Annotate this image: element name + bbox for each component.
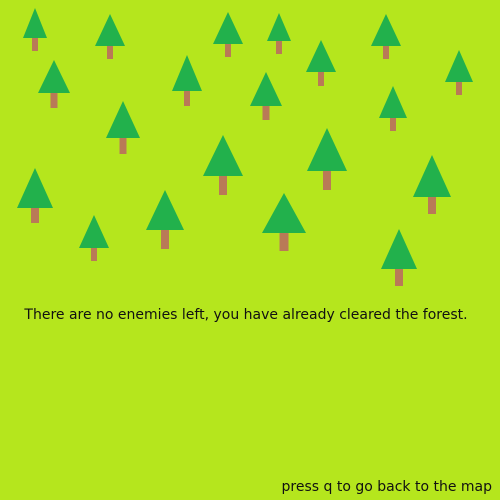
tree-canopy	[307, 128, 347, 171]
tree-trunk	[428, 196, 436, 214]
pine-tree-icon	[38, 60, 70, 108]
tree-canopy	[413, 155, 451, 197]
pine-tree-icon	[381, 229, 417, 286]
tree-trunk	[31, 207, 39, 223]
tree-trunk	[383, 45, 389, 59]
tree-trunk	[119, 137, 127, 154]
tree-trunk	[456, 81, 462, 95]
pine-tree-icon	[250, 72, 282, 120]
pine-tree-icon	[106, 101, 140, 154]
tree-canopy	[146, 190, 184, 230]
pine-tree-icon	[445, 50, 473, 95]
forest-cleared-message: There are no enemies left, you have alre…	[24, 307, 468, 323]
tree-trunk	[318, 71, 324, 86]
tree-canopy	[95, 14, 125, 46]
pine-tree-icon	[95, 14, 125, 59]
forest-scene: There are no enemies left, you have alre…	[0, 0, 500, 500]
pine-tree-icon	[413, 155, 451, 214]
pine-tree-icon	[213, 12, 243, 57]
tree-trunk	[161, 229, 169, 249]
tree-canopy	[250, 72, 282, 106]
tree-canopy	[23, 8, 47, 38]
tree-canopy	[306, 40, 336, 72]
tree-canopy	[379, 86, 407, 118]
tree-canopy	[213, 12, 243, 44]
tree-trunk	[262, 105, 270, 120]
pine-tree-icon	[307, 128, 347, 190]
pine-tree-icon	[203, 135, 243, 195]
tree-trunk	[323, 170, 331, 190]
tree-trunk	[395, 268, 403, 286]
pine-tree-icon	[267, 13, 291, 54]
tree-trunk	[184, 90, 190, 106]
tree-trunk	[91, 247, 97, 261]
pine-tree-icon	[146, 190, 184, 249]
tree-trunk	[276, 40, 282, 54]
tree-canopy	[38, 60, 70, 93]
pine-tree-icon	[371, 14, 401, 59]
tree-trunk	[219, 175, 227, 195]
forest-trees	[17, 8, 473, 286]
tree-trunk	[279, 232, 289, 251]
tree-canopy	[445, 50, 473, 82]
tree-canopy	[172, 55, 202, 91]
tree-trunk	[50, 92, 58, 108]
pine-tree-icon	[23, 8, 47, 51]
tree-canopy	[106, 101, 140, 138]
tree-trunk	[32, 37, 38, 51]
pine-tree-icon	[79, 215, 109, 261]
tree-canopy	[79, 215, 109, 248]
tree-canopy	[203, 135, 243, 176]
pine-tree-icon	[306, 40, 336, 86]
pine-tree-icon	[262, 193, 306, 251]
tree-trunk	[390, 117, 396, 131]
tree-canopy	[17, 168, 53, 208]
tree-trunk	[225, 43, 231, 57]
pine-tree-icon	[172, 55, 202, 106]
tree-canopy	[381, 229, 417, 269]
pine-tree-icon	[17, 168, 53, 223]
tree-canopy	[262, 193, 306, 233]
back-to-map-hint: press q to go back to the map	[281, 479, 493, 495]
tree-canopy	[267, 13, 291, 41]
tree-trunk	[107, 45, 113, 59]
tree-canopy	[371, 14, 401, 46]
pine-tree-icon	[379, 86, 407, 131]
